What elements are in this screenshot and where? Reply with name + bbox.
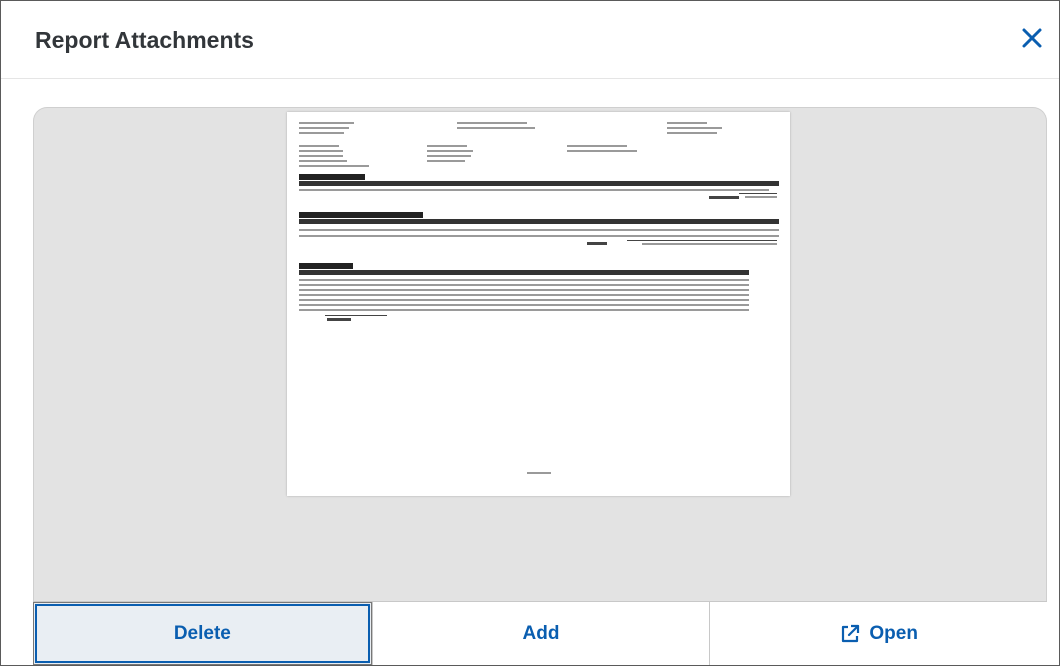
report-page-thumbnail[interactable]: End of Report bbox=[287, 112, 790, 496]
attachment-preview[interactable]: End of Report bbox=[33, 107, 1047, 665]
dialog-header: Report Attachments bbox=[1, 1, 1059, 79]
add-button[interactable]: Add bbox=[371, 602, 710, 665]
open-button[interactable]: Open bbox=[709, 602, 1048, 665]
report-page-content: End of Report bbox=[299, 122, 779, 475]
close-button[interactable] bbox=[1015, 23, 1049, 57]
delete-button-label: Delete bbox=[173, 622, 231, 644]
add-button-label: Add bbox=[522, 622, 560, 644]
attachment-actions-bar: Delete Add Open bbox=[33, 601, 1048, 665]
external-link-icon bbox=[839, 623, 861, 645]
open-button-label: Open bbox=[869, 622, 918, 644]
dialog-title: Report Attachments bbox=[35, 27, 254, 53]
report-attachments-dialog: Report Attachments End of Report Delete … bbox=[0, 0, 1060, 666]
close-icon bbox=[1021, 27, 1043, 54]
delete-button[interactable]: Delete bbox=[33, 602, 372, 665]
